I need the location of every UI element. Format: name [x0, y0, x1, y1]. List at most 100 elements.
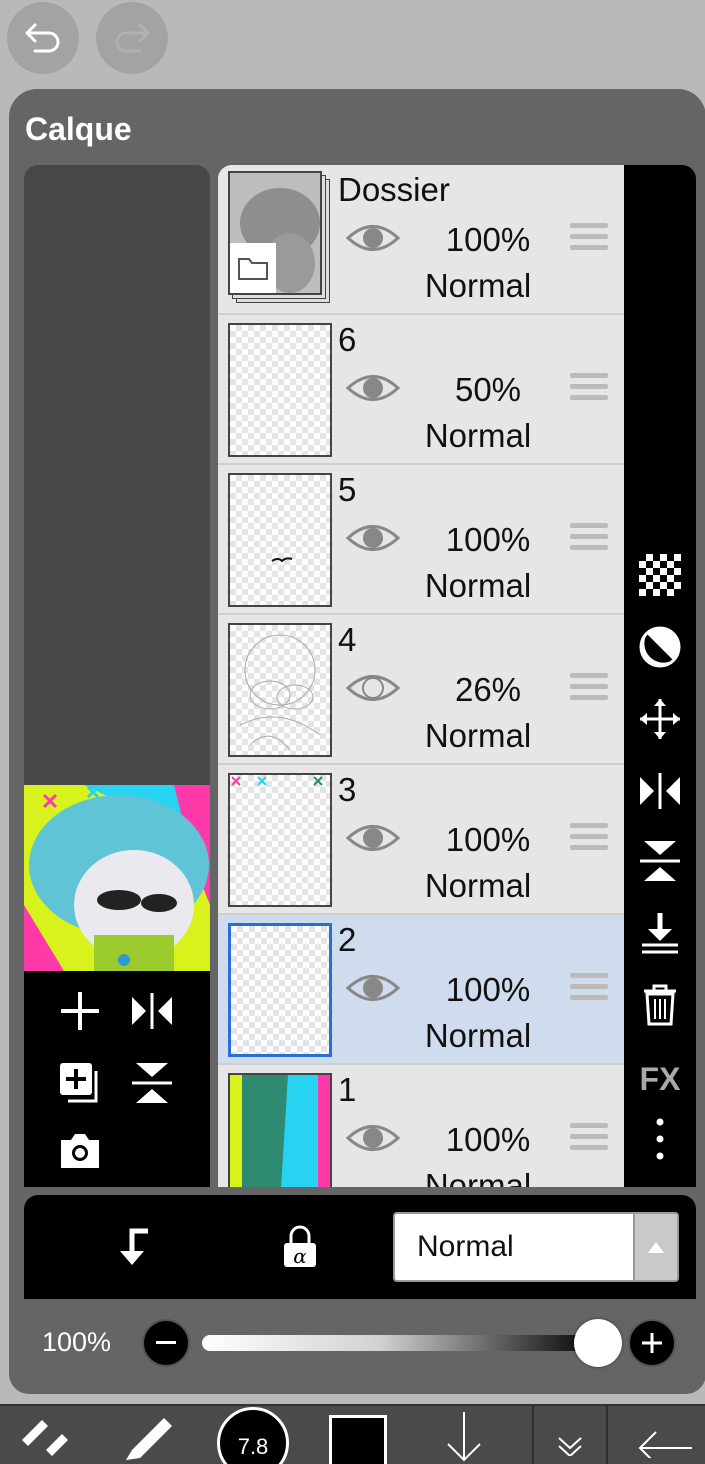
- layer-list[interactable]: Dossier 100% Normal 6 50% Normal 5 100% …: [218, 165, 624, 1187]
- layer-row-3[interactable]: 3 100% Normal: [218, 765, 624, 915]
- redo-icon: [115, 23, 150, 53]
- layer-name: Dossier: [338, 171, 450, 208]
- layer-row-folder[interactable]: Dossier 100% Normal: [218, 165, 624, 315]
- artwork-thumbnail-image: [24, 785, 210, 971]
- layer-opacity: 26%: [454, 671, 522, 708]
- layer-blend-mode: Normal: [424, 417, 532, 454]
- arrow-down-icon: [447, 1412, 481, 1462]
- layer-blend-mode: Normal: [424, 567, 532, 604]
- eye-icon: [345, 825, 401, 851]
- undo-icon: [25, 23, 60, 53]
- layer-name: 1: [338, 1071, 357, 1108]
- flip-horizontal-icon: [132, 993, 172, 1029]
- eye-icon: [345, 1125, 401, 1151]
- mask-button[interactable]: [624, 617, 696, 677]
- brush-size-circle: 7.8: [217, 1407, 289, 1464]
- brush-button[interactable]: [116, 1406, 180, 1464]
- eye-icon: [345, 525, 401, 551]
- visibility-toggle[interactable]: [345, 971, 401, 1010]
- visibility-toggle[interactable]: [345, 671, 401, 710]
- visibility-toggle[interactable]: [345, 371, 401, 410]
- canvas-preview[interactable]: [24, 785, 210, 971]
- color-button[interactable]: [328, 1406, 388, 1464]
- flip-vertical-icon: [132, 1063, 172, 1103]
- right-toolbar: FX: [624, 165, 696, 1187]
- tool-switch-button[interactable]: [14, 1406, 74, 1464]
- left-toolbox: [24, 971, 210, 1187]
- layer-row-1[interactable]: 1 100% Normal: [218, 1065, 624, 1187]
- opacity-increase-button[interactable]: [628, 1319, 676, 1367]
- clipping-button[interactable]: [100, 1215, 164, 1279]
- layer-blend-mode: Normal: [424, 867, 532, 904]
- add-layer-button[interactable]: [50, 981, 110, 1041]
- layer-row-6[interactable]: 6 50% Normal: [218, 315, 624, 465]
- drag-handle-icon[interactable]: [570, 373, 608, 401]
- layer-thumbnail: [228, 623, 332, 757]
- flip-vertical-layer-button[interactable]: [624, 831, 696, 891]
- opacity-value: 100%: [42, 1327, 112, 1357]
- blend-mode-select[interactable]: Normal: [393, 1212, 679, 1282]
- opacity-slider-thumb[interactable]: [574, 1319, 622, 1367]
- drag-handle-icon[interactable]: [570, 523, 608, 551]
- bottom-toolbar: 7.8: [0, 1404, 705, 1464]
- merge-down-button[interactable]: [624, 903, 696, 963]
- flip-vertical-button[interactable]: [122, 1053, 182, 1113]
- undo-button[interactable]: [7, 2, 79, 74]
- brush-size-button[interactable]: 7.8: [215, 1406, 291, 1464]
- visibility-toggle[interactable]: [345, 1121, 401, 1160]
- layer-name: 6: [338, 321, 357, 358]
- clipping-arrow-icon: [120, 1228, 148, 1265]
- layer-row-4[interactable]: 4 26% Normal: [218, 615, 624, 765]
- camera-button[interactable]: [50, 1121, 110, 1181]
- layer-thumbnail: [228, 773, 332, 907]
- layer-down-button[interactable]: [432, 1406, 496, 1464]
- back-button[interactable]: [626, 1406, 702, 1464]
- drag-handle-icon[interactable]: [570, 673, 608, 701]
- eye-icon: [345, 975, 401, 1001]
- move-arrows-icon: [640, 699, 680, 739]
- eye-off-icon: [345, 675, 401, 701]
- layer-options-bar: α Normal: [24, 1195, 696, 1299]
- delete-layer-button[interactable]: [624, 975, 696, 1035]
- layer-blend-mode: Normal: [424, 1017, 532, 1054]
- transparency-button[interactable]: [624, 545, 696, 605]
- more-options-button[interactable]: [624, 1109, 696, 1169]
- layer-panel: Calque Dossier 100% Normal 6 50% Normal …: [9, 89, 705, 1394]
- opacity-decrease-button[interactable]: [142, 1319, 190, 1367]
- visibility-toggle[interactable]: [345, 821, 401, 860]
- layer-row-5[interactable]: 5 100% Normal: [218, 465, 624, 615]
- camera-icon: [61, 1134, 99, 1168]
- layer-thumbnail: [228, 323, 332, 457]
- brush-icon: [126, 1418, 172, 1460]
- visibility-toggle[interactable]: [345, 521, 401, 560]
- svg-text:α: α: [293, 1244, 307, 1268]
- layer-name: 3: [338, 771, 357, 808]
- drag-handle-icon[interactable]: [570, 223, 608, 251]
- redo-button[interactable]: [96, 2, 168, 74]
- fx-button[interactable]: FX: [624, 1049, 696, 1109]
- layer-blend-mode: Normal: [424, 717, 532, 754]
- blend-mode-value: Normal: [417, 1230, 514, 1263]
- collapse-button[interactable]: [540, 1406, 600, 1464]
- brush-size-value: 7.8: [237, 1434, 269, 1459]
- layer-thumbnail: [228, 923, 332, 1057]
- trash-icon: [644, 984, 676, 1026]
- move-button[interactable]: [624, 689, 696, 749]
- left-column: [24, 165, 210, 1187]
- drag-handle-icon[interactable]: [570, 1123, 608, 1151]
- arrow-left-icon: [638, 1431, 692, 1458]
- layer-opacity: 100%: [445, 221, 531, 258]
- flip-horizontal-layer-button[interactable]: [624, 761, 696, 821]
- drag-handle-icon[interactable]: [570, 973, 608, 1001]
- drag-handle-icon[interactable]: [570, 823, 608, 851]
- visibility-toggle[interactable]: [345, 221, 401, 260]
- flip-horizontal-button[interactable]: [122, 981, 182, 1041]
- opacity-slider[interactable]: [202, 1335, 598, 1351]
- layer-row-2[interactable]: 2 100% Normal: [218, 915, 624, 1065]
- layer-opacity: 100%: [445, 821, 531, 858]
- alpha-lock-button[interactable]: α: [268, 1215, 332, 1279]
- plus-icon: [642, 1333, 662, 1353]
- merge-down-icon: [642, 913, 678, 954]
- duplicate-layer-button[interactable]: [50, 1053, 110, 1113]
- half-circle-icon: [639, 626, 681, 668]
